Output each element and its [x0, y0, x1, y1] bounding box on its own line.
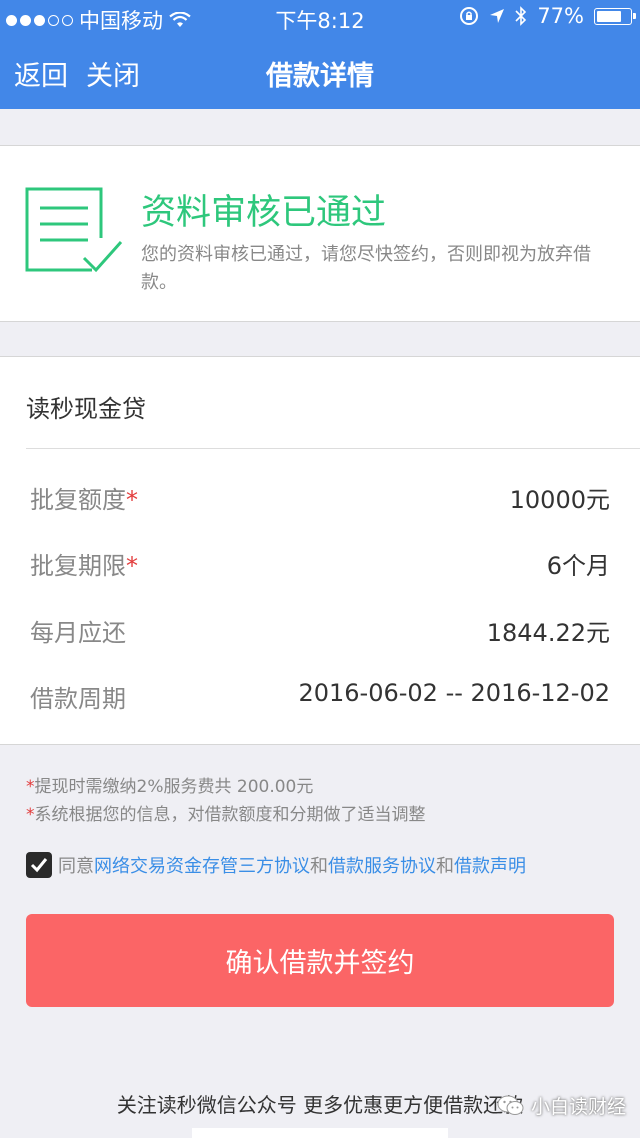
agreement-prefix: 同意: [58, 856, 94, 877]
agreement-and: 和: [310, 856, 328, 877]
loan-row-label: 每月应还: [30, 619, 126, 647]
loan-row-label: 借款周期: [30, 685, 126, 713]
watermark: 小白读财经: [497, 1092, 626, 1119]
loan-row-label: 批复期限*: [30, 552, 138, 580]
bottom-bar: [192, 1128, 448, 1138]
wechat-icon: [497, 1095, 524, 1115]
review-status-desc: 您的资料审核已通过，请您尽快签约，否则即视为放弃借款。: [141, 244, 591, 293]
agreement-checkbox[interactable]: [26, 852, 52, 878]
review-status-title: 资料审核已通过: [141, 193, 387, 233]
loan-row-period: 借款周期 2016-06-02 -- 2016-12-02: [30, 679, 610, 715]
bluetooth-icon: [515, 6, 527, 26]
location-icon: [490, 9, 505, 23]
page-title: 借款详情: [266, 61, 374, 92]
notes: *提现时需缴纳2%服务费共 200.00元 *系统根据您的信息，对借款额度和分期…: [26, 773, 426, 829]
note-item: *系统根据您的信息，对借款额度和分期做了适当调整: [26, 805, 426, 825]
agreement-row: 同意 网络交易资金存管三方协议 和 借款服务协议 和 借款声明: [26, 852, 526, 878]
review-status-card: 资料审核已通过 您的资料审核已通过，请您尽快签约，否则即视为放弃借款。: [0, 145, 640, 322]
loan-details-card: 读秒现金贷 批复额度* 10000元 批复期限* 6个月 每月应还 1844.2…: [0, 356, 640, 745]
watermark-text: 小白读财经: [530, 1096, 626, 1118]
document-check-icon: [25, 187, 123, 273]
agreement-link-service[interactable]: 借款服务协议: [328, 852, 436, 878]
rotation-lock-icon: [460, 7, 479, 25]
loan-row-value: 6个月: [546, 552, 610, 580]
status-right: 77%: [459, 4, 636, 28]
loan-row-value: 10000元: [509, 486, 610, 514]
status-bar: 中国移动 下午8:12 77%: [0, 0, 640, 36]
checkmark-icon: [30, 858, 48, 873]
note-item: *提现时需缴纳2%服务费共 200.00元: [26, 777, 314, 797]
nav-bar: 返回 关闭 借款详情: [0, 36, 640, 109]
confirm-loan-button[interactable]: 确认借款并签约: [26, 914, 614, 1007]
agreement-link-escrow[interactable]: 网络交易资金存管三方协议: [94, 852, 310, 878]
loan-row-value: 1844.22元: [486, 619, 610, 647]
divider: [26, 448, 640, 449]
loan-row-value: 2016-06-02 -- 2016-12-02: [298, 679, 610, 707]
loan-row-label: 批复额度*: [30, 486, 138, 514]
agreement-and: 和: [436, 856, 454, 877]
battery-percent: 77%: [537, 4, 584, 28]
agreement-link-statement[interactable]: 借款声明: [454, 852, 526, 878]
battery-icon: [594, 7, 636, 25]
loan-row-amount: 批复额度* 10000元: [30, 480, 610, 516]
product-name: 读秒现金贷: [26, 395, 146, 423]
loan-row-term: 批复期限* 6个月: [30, 546, 610, 582]
loan-row-monthly: 每月应还 1844.22元: [30, 613, 610, 649]
